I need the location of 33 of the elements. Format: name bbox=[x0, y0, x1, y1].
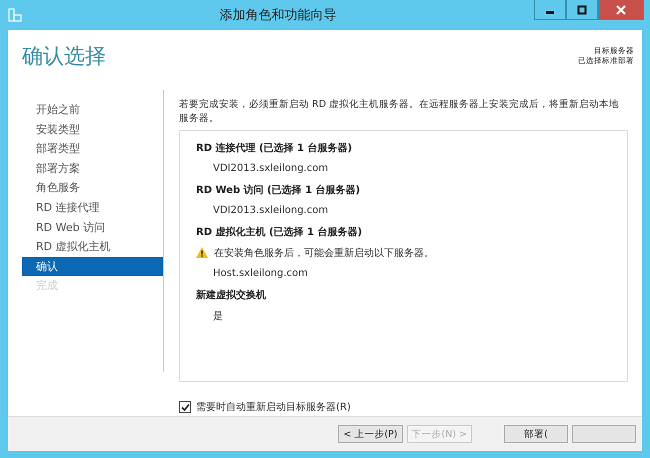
nav-item[interactable]: 开始之前 bbox=[22, 100, 163, 120]
window-title: 添加角色和功能向导 bbox=[218, 7, 338, 24]
close-icon bbox=[616, 4, 626, 14]
section-heading: RD 连接代理 (已选择 1 台服务器) bbox=[196, 142, 352, 154]
warning-text: 在安装角色服务后，可能会重新启动以下服务器。 bbox=[214, 246, 434, 260]
section-value: VDI2013.sxleilong.com bbox=[213, 205, 328, 216]
maximize-icon bbox=[577, 4, 587, 14]
section-value: Host.sxleilong.com bbox=[213, 268, 308, 279]
nav-item[interactable]: 角色服务 bbox=[22, 178, 163, 198]
close-button[interactable] bbox=[598, 0, 644, 20]
section-value: VDI2013.sxleilong.com bbox=[213, 163, 328, 174]
section-heading: RD Web 访问 (已选择 1 台服务器) bbox=[196, 183, 360, 196]
nav-item[interactable]: RD Web 访问 bbox=[22, 218, 163, 238]
nav-item[interactable]: 部署方案 bbox=[22, 158, 163, 178]
section-heading: 新建虚拟交换机 bbox=[196, 288, 266, 302]
wizard-button[interactable]: < 上一步(P) bbox=[338, 425, 402, 443]
wizard-button[interactable]: 部署( bbox=[504, 425, 568, 443]
nav-item[interactable]: 安装类型 bbox=[22, 120, 163, 140]
warning-icon bbox=[196, 247, 208, 258]
nav-item[interactable]: 部署类型 bbox=[22, 139, 163, 159]
restart-checkbox[interactable] bbox=[179, 401, 191, 413]
restart-label: 需要时自动重新启动目标服务器(R) bbox=[196, 400, 351, 414]
app-icon bbox=[8, 8, 22, 22]
nav-item[interactable]: 确认 bbox=[22, 256, 163, 276]
section-value: 是 bbox=[213, 310, 223, 322]
nav-item[interactable]: RD 虚拟化主机 bbox=[22, 237, 163, 257]
intro-text: 若要完成安装，必须重新启动 RD 虚拟化主机服务器。在远程服务器上安装完成后，将重新启动本地服务器。 bbox=[179, 98, 620, 126]
minimize-icon bbox=[546, 11, 554, 14]
minimize-button[interactable] bbox=[534, 0, 566, 20]
maximize-button[interactable] bbox=[566, 0, 598, 20]
section-heading: RD 虚拟化主机 (已选择 1 台服务器) bbox=[196, 225, 362, 238]
page-title: 确认选择 bbox=[22, 43, 106, 70]
nav-item[interactable]: RD 连接代理 bbox=[22, 198, 163, 218]
